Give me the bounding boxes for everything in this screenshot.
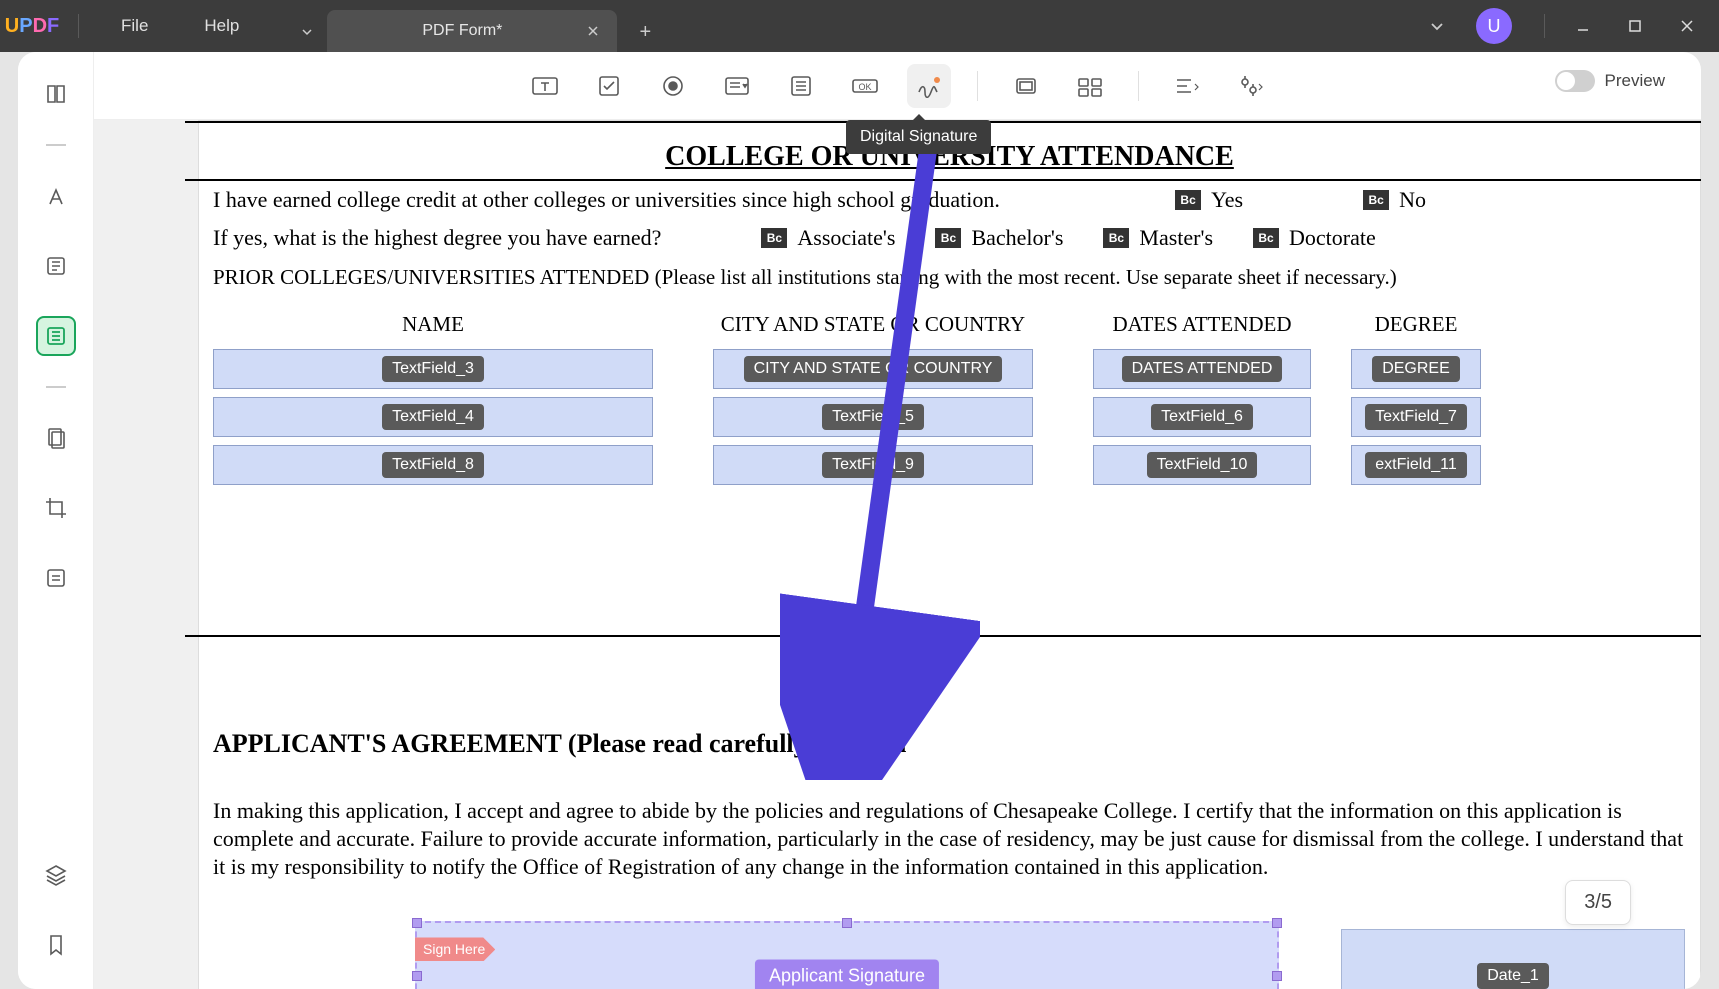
tool-digital-signature[interactable]	[907, 64, 951, 108]
sidebar-bookmark-icon[interactable]	[36, 925, 76, 965]
titlebar: UPDF File Help PDF Form* + U	[0, 0, 1719, 52]
form-text-field[interactable]: DATES ATTENDED	[1093, 349, 1311, 389]
tab-active[interactable]: PDF Form*	[327, 10, 617, 52]
page-counter[interactable]: 3/5	[1565, 880, 1631, 925]
tool-button[interactable]: OK	[843, 64, 887, 108]
sidebar-organize-icon[interactable]	[36, 418, 76, 458]
form-text-field[interactable]: TextField_4	[213, 397, 653, 437]
tool-checkbox[interactable]	[587, 64, 631, 108]
form-text-field[interactable]: TextField_3	[213, 349, 653, 389]
form-toolbar: OK	[94, 52, 1701, 120]
tab-list-dropdown[interactable]	[287, 12, 327, 52]
workspace: OK Preview COLLEGE OR UNIVERSITY ATTENDA…	[18, 52, 1701, 989]
sidebar-divider	[46, 144, 66, 146]
window-maximize-button[interactable]	[1611, 6, 1659, 46]
sidebar-redact-icon[interactable]	[36, 558, 76, 598]
separator	[78, 14, 79, 38]
preview-switch[interactable]	[1555, 70, 1595, 92]
colleges-table: NAME CITY AND STATE OR COUNTRY DATES ATT…	[213, 304, 1686, 525]
agreement-title: APPLICANT'S AGREEMENT (Please read caref…	[213, 667, 1686, 777]
separator	[1544, 14, 1545, 38]
th-dates: DATES ATTENDED	[1093, 312, 1311, 341]
form-text-field[interactable]: TextField_9	[713, 445, 1033, 485]
th-city: CITY AND STATE OR COUNTRY	[713, 312, 1033, 341]
preview-label: Preview	[1605, 71, 1665, 91]
th-name: NAME	[213, 312, 653, 341]
tab-close-button[interactable]	[583, 21, 603, 41]
menu-file[interactable]: File	[93, 16, 176, 36]
tool-text-field[interactable]	[523, 64, 567, 108]
tool-listbox[interactable]	[779, 64, 823, 108]
question-2: If yes, what is the highest degree you h…	[213, 225, 661, 251]
checkbox-associates[interactable]: BcAssociate's	[761, 225, 895, 251]
pdf-page: COLLEGE OR UNIVERSITY ATTENDANCE I have …	[198, 120, 1701, 989]
sidebar-edit-icon[interactable]	[36, 246, 76, 286]
sidebar	[18, 52, 94, 989]
form-text-field[interactable]: CITY AND STATE OR COUNTRY	[713, 349, 1033, 389]
window-controls	[1559, 6, 1719, 46]
dropdown-icon[interactable]	[1416, 17, 1458, 35]
checkbox-doctorate[interactable]: BcDoctorate	[1253, 225, 1376, 251]
tool-radio[interactable]	[651, 64, 695, 108]
sidebar-layers-icon[interactable]	[36, 855, 76, 895]
svg-text:OK: OK	[858, 82, 871, 92]
tool-align[interactable]	[1165, 64, 1209, 108]
th-degree: DEGREE	[1351, 312, 1481, 341]
tooltip-digital-signature: Digital Signature	[846, 120, 991, 154]
tool-settings[interactable]	[1229, 64, 1273, 108]
question-1: I have earned college credit at other co…	[213, 187, 1000, 213]
main-area: OK Preview COLLEGE OR UNIVERSITY ATTENDA…	[94, 52, 1701, 989]
tab-title: PDF Form*	[341, 22, 583, 40]
signature-field-label: Applicant Signature	[755, 960, 939, 989]
form-text-field[interactable]: DEGREE	[1351, 349, 1481, 389]
document-viewport[interactable]: COLLEGE OR UNIVERSITY ATTENDANCE I have …	[94, 120, 1701, 989]
checkbox-bachelors[interactable]: BcBachelor's	[935, 225, 1063, 251]
signature-area: Sign Here Applicant Signature Date_1 App…	[213, 921, 1686, 989]
sidebar-form-icon[interactable]	[36, 316, 76, 356]
tool-date-field[interactable]	[1068, 64, 1112, 108]
form-text-field[interactable]: TextField_10	[1093, 445, 1311, 485]
toolbar-separator	[1138, 71, 1139, 101]
tab-add-button[interactable]: +	[625, 12, 665, 52]
form-text-field[interactable]: TextField_7	[1351, 397, 1481, 437]
form-text-field[interactable]: TextField_5	[713, 397, 1033, 437]
tool-image-field[interactable]	[1004, 64, 1048, 108]
window-close-button[interactable]	[1663, 6, 1711, 46]
sign-here-tab: Sign Here	[415, 937, 495, 961]
sidebar-comment-icon[interactable]	[36, 176, 76, 216]
form-text-field[interactable]: extField_11	[1351, 445, 1481, 485]
menu-help[interactable]: Help	[176, 16, 267, 36]
agreement-text: In making this application, I accept and…	[213, 777, 1686, 901]
user-avatar[interactable]: U	[1476, 8, 1512, 44]
form-text-field[interactable]: TextField_8	[213, 445, 653, 485]
sidebar-crop-icon[interactable]	[36, 488, 76, 528]
checkbox-no[interactable]: BcNo	[1363, 187, 1426, 213]
tab-strip: PDF Form* +	[287, 0, 1416, 52]
sidebar-reader-icon[interactable]	[36, 74, 76, 114]
date-field[interactable]: Date_1	[1341, 929, 1685, 989]
window-minimize-button[interactable]	[1559, 6, 1607, 46]
prior-colleges-note: PRIOR COLLEGES/UNIVERSITIES ATTENDED (Pl…	[213, 257, 1686, 304]
checkbox-yes[interactable]: BcYes	[1175, 187, 1243, 213]
app-logo: UPDF	[0, 15, 64, 38]
tool-dropdown[interactable]	[715, 64, 759, 108]
checkbox-masters[interactable]: BcMaster's	[1103, 225, 1213, 251]
signature-field-selected[interactable]: Sign Here Applicant Signature	[415, 921, 1279, 989]
form-text-field[interactable]: TextField_6	[1093, 397, 1311, 437]
toolbar-separator	[977, 71, 978, 101]
sidebar-divider	[46, 386, 66, 388]
preview-toggle: Preview	[1555, 70, 1665, 92]
